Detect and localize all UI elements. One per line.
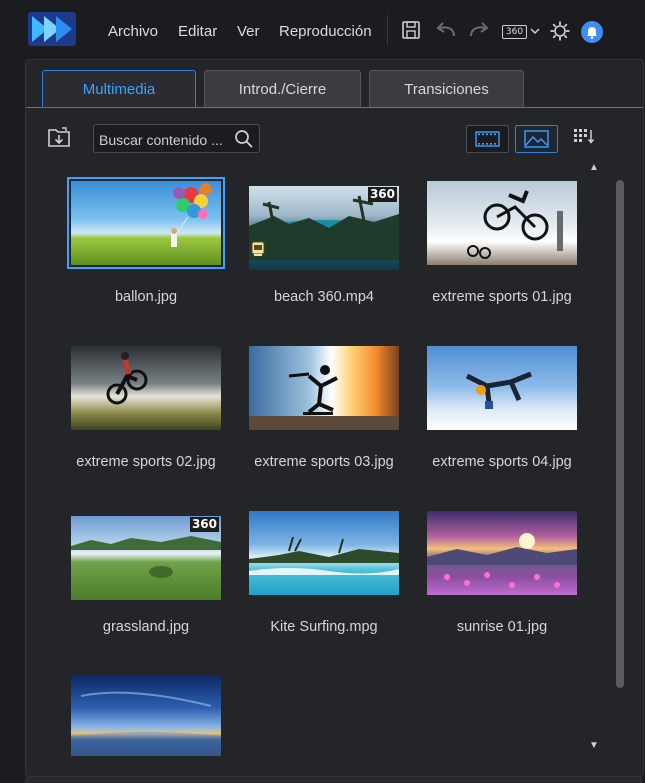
scrollbar-thumb[interactable] [616,180,624,688]
search-icon[interactable] [234,129,254,149]
media-caption: extreme sports 04.jpg [432,454,572,470]
media-thumbnail[interactable] [71,676,221,756]
panel-bottom-edge [25,777,642,783]
gear-icon[interactable] [550,21,570,41]
menu-archivo[interactable]: Archivo [108,23,158,40]
media-thumbnail[interactable] [249,346,399,430]
media-thumbnail[interactable]: 360 [71,516,221,600]
redo-icon[interactable] [468,20,490,40]
video-clip-icon [251,241,265,256]
menu-reproduccion[interactable]: Reproducción [279,23,372,40]
tab-underline [26,107,643,108]
menu-editar[interactable]: Editar [178,23,217,40]
chevron-down-icon[interactable] [530,27,540,35]
storyboard-view-icon [475,131,500,147]
thumbnail-view-button[interactable] [515,125,558,153]
undo-icon[interactable] [435,20,457,40]
storyboard-view-button[interactable] [466,125,509,153]
thumbnail-view-icon [524,130,549,148]
media-thumbnail[interactable] [427,346,577,430]
search-box [93,124,260,153]
tab-transiciones[interactable]: Transiciones [369,70,524,107]
menu-ver[interactable]: Ver [237,23,260,40]
media-thumbnail[interactable] [249,511,399,595]
media-thumbnail[interactable] [71,346,221,430]
tab-intro-cierre[interactable]: Introd./Cierre [204,70,361,107]
scroll-down-arrow[interactable]: ▼ [589,740,599,751]
media-caption: ballon.jpg [114,289,178,305]
title-bar: Archivo Editar Ver Reproducción 360 [0,0,645,62]
media-caption: extreme sports 02.jpg [76,454,216,470]
search-input[interactable] [97,130,236,150]
app-logo [28,12,76,46]
media-caption: sunrise 01.jpg [456,619,548,635]
media-caption: extreme sports 03.jpg [254,454,394,470]
media-thumbnail[interactable]: 360 [249,186,399,270]
media-caption: grassland.jpg [102,619,190,635]
media-caption: beach 360.mp4 [274,289,374,305]
scroll-up-arrow[interactable]: ▲ [589,162,599,173]
media-thumbnail[interactable] [427,511,577,595]
media-thumbnail[interactable] [427,181,577,265]
360-badge: 360 [189,517,219,532]
media-caption: extreme sports 01.jpg [432,289,572,305]
media-thumbnail[interactable] [67,177,225,269]
360-badge: 360 [367,187,397,202]
bell-icon[interactable] [581,21,603,43]
media-caption: Kite Surfing.mpg [270,619,378,635]
360-view-icon[interactable]: 360 [502,25,527,39]
sort-icon[interactable] [573,127,595,147]
toolbar-separator [387,15,388,45]
tab-multimedia[interactable]: Multimedia [42,70,196,107]
import-media-icon[interactable] [47,126,71,148]
save-icon[interactable] [401,20,421,40]
